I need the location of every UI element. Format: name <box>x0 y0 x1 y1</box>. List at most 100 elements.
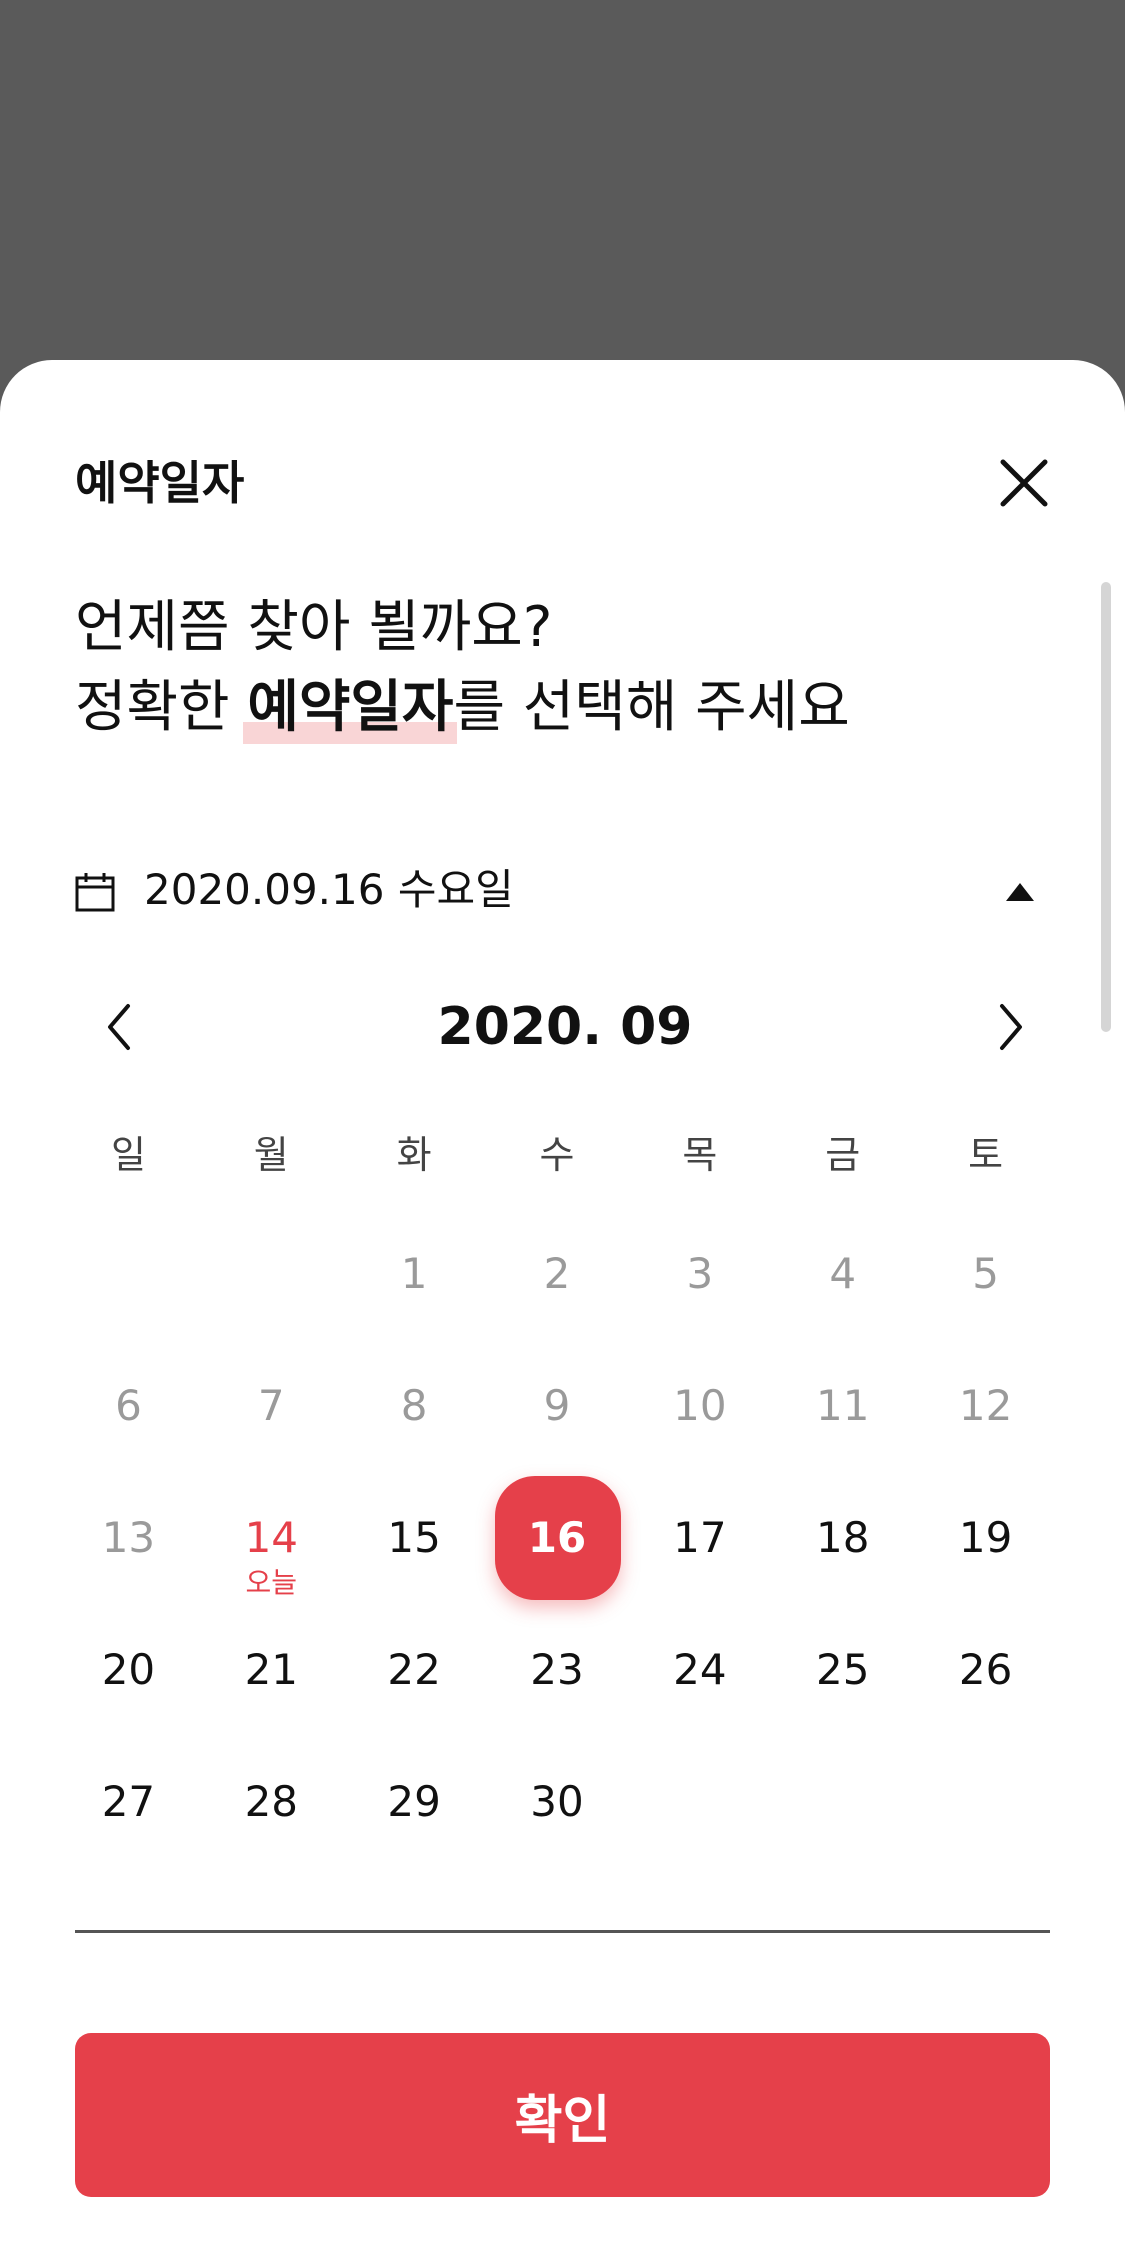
day-cell: 4 <box>771 1212 914 1344</box>
weekday-label: 목 <box>682 1133 718 1177</box>
day-number: 8 <box>400 1381 428 1430</box>
intro-text: 언제쯤 찾아 뵐까요? 정확한 예약일자를 선택해 주세요 <box>75 588 1055 748</box>
day-cell: 8 <box>343 1344 486 1476</box>
next-month-button[interactable] <box>965 982 1055 1072</box>
day-number: 7 <box>257 1381 285 1430</box>
today-label: 오늘 <box>245 1566 298 1599</box>
weekday-label: 일 <box>110 1133 146 1177</box>
selected-date-text: 2020.09.16 수요일 <box>144 865 514 914</box>
weekday-label: 수 <box>539 1133 575 1177</box>
calendar-grid: 1 2 3 4 5 6 7 8 9 10 11 12 13 14 오늘 15 16 17 18 19 20 21 22 23 2… <box>57 1212 1057 1872</box>
day-cell[interactable]: 21 <box>200 1608 343 1740</box>
empty-day-cell <box>771 1740 914 1872</box>
chevron-right-icon <box>1000 1004 1022 1050</box>
intro-suffix: 를 선택해 주세요 <box>453 675 850 740</box>
day-number: 20 <box>101 1645 156 1694</box>
intro-line-1: 언제쯤 찾아 뵐까요? <box>75 595 553 660</box>
day-number: 24 <box>673 1645 727 1694</box>
day-number: 5 <box>972 1249 999 1298</box>
day-cell[interactable]: 20 <box>57 1608 200 1740</box>
calendar-week: 6 7 8 9 10 11 12 <box>57 1344 1057 1476</box>
day-cell: 3 <box>628 1212 771 1344</box>
weekday-label: 월 <box>253 1133 289 1177</box>
day-cell[interactable]: 19 <box>914 1476 1057 1608</box>
scrollbar[interactable] <box>1101 582 1111 1032</box>
day-number: 27 <box>101 1777 156 1826</box>
empty-day-cell <box>200 1212 343 1344</box>
day-cell: 11 <box>771 1344 914 1476</box>
day-number: 1 <box>400 1249 428 1298</box>
day-number: 4 <box>829 1249 857 1298</box>
empty-day-cell <box>914 1740 1057 1872</box>
day-number: 19 <box>958 1513 1013 1562</box>
day-number: 21 <box>244 1645 299 1694</box>
day-number: 30 <box>530 1777 584 1826</box>
day-number: 12 <box>958 1381 1013 1430</box>
day-cell[interactable]: 27 <box>57 1740 200 1872</box>
sheet-title: 예약일자 <box>75 456 245 510</box>
month-navigation: 2020. 09 <box>75 982 1055 1072</box>
intro-prefix: 정확한 <box>75 675 248 740</box>
day-cell[interactable]: 23 <box>486 1608 629 1740</box>
day-number: 16 <box>527 1513 587 1562</box>
day-number: 6 <box>115 1381 142 1430</box>
day-cell: 13 <box>57 1476 200 1608</box>
day-number: 14 <box>244 1513 299 1562</box>
triangle-up-icon[interactable] <box>1005 882 1035 902</box>
day-cell: 5 <box>914 1212 1057 1344</box>
day-cell: 7 <box>200 1344 343 1476</box>
day-number: 2 <box>543 1249 571 1298</box>
day-cell: 2 <box>486 1212 629 1344</box>
intro-line-2: 정확한 예약일자를 선택해 주세요 <box>75 668 1055 748</box>
day-number: 9 <box>543 1381 571 1430</box>
day-cell[interactable]: 17 <box>628 1476 771 1608</box>
day-cell-today[interactable]: 14 오늘 <box>200 1476 343 1608</box>
day-number: 11 <box>816 1381 870 1430</box>
weekday-label: 화 <box>396 1133 432 1177</box>
day-cell[interactable]: 15 <box>343 1476 486 1608</box>
day-number: 23 <box>530 1645 584 1694</box>
day-number: 26 <box>958 1645 1013 1694</box>
day-number: 29 <box>387 1777 441 1826</box>
day-number: 10 <box>673 1381 727 1430</box>
calendar-week: 20 21 22 23 24 25 26 <box>57 1608 1057 1740</box>
day-cell: 9 <box>486 1344 629 1476</box>
weekday-label: 금 <box>825 1133 861 1177</box>
day-cell[interactable]: 22 <box>343 1608 486 1740</box>
day-number: 18 <box>816 1513 870 1562</box>
weekday-label: 토 <box>968 1133 1004 1177</box>
day-number: 13 <box>101 1513 156 1562</box>
month-label: 2020. 09 <box>437 997 693 1057</box>
day-cell: 1 <box>343 1212 486 1344</box>
day-cell[interactable]: 30 <box>486 1740 629 1872</box>
confirm-button[interactable]: 확인 <box>75 2033 1050 2197</box>
close-button[interactable] <box>993 452 1055 514</box>
bottom-sheet: 예약일자 언제쯤 찾아 뵐까요? 정확한 예약일자를 선택해 주세요 2020.… <box>0 360 1125 2259</box>
day-cell[interactable]: 29 <box>343 1740 486 1872</box>
calendar-icon <box>75 873 115 912</box>
empty-day-cell <box>57 1212 200 1344</box>
empty-day-cell <box>628 1740 771 1872</box>
sheet-header: 예약일자 <box>75 448 1055 518</box>
day-cell: 6 <box>57 1344 200 1476</box>
day-cell[interactable]: 18 <box>771 1476 914 1608</box>
day-cell: 10 <box>628 1344 771 1476</box>
divider <box>75 1930 1050 1933</box>
day-number: 17 <box>673 1513 727 1562</box>
day-number: 3 <box>686 1249 714 1298</box>
day-number: 22 <box>387 1645 441 1694</box>
day-number: 28 <box>244 1777 299 1826</box>
weekday-header: 일 월 화 수 목 금 토 <box>57 1120 1057 1190</box>
calendar-week: 13 14 오늘 15 16 17 18 19 <box>57 1476 1057 1608</box>
day-cell[interactable]: 24 <box>628 1608 771 1740</box>
day-cell[interactable]: 26 <box>914 1608 1057 1740</box>
day-cell-selected[interactable]: 16 <box>486 1476 629 1608</box>
intro-highlight: 예약일자 <box>243 668 458 748</box>
date-selector[interactable]: 2020.09.16 수요일 <box>75 850 1055 930</box>
day-cell[interactable]: 28 <box>200 1740 343 1872</box>
calendar-week: 27 28 29 30 <box>57 1740 1057 1872</box>
day-cell[interactable]: 25 <box>771 1608 914 1740</box>
calendar-week: 1 2 3 4 5 <box>57 1212 1057 1344</box>
day-cell: 12 <box>914 1344 1057 1476</box>
day-number: 15 <box>387 1513 441 1562</box>
